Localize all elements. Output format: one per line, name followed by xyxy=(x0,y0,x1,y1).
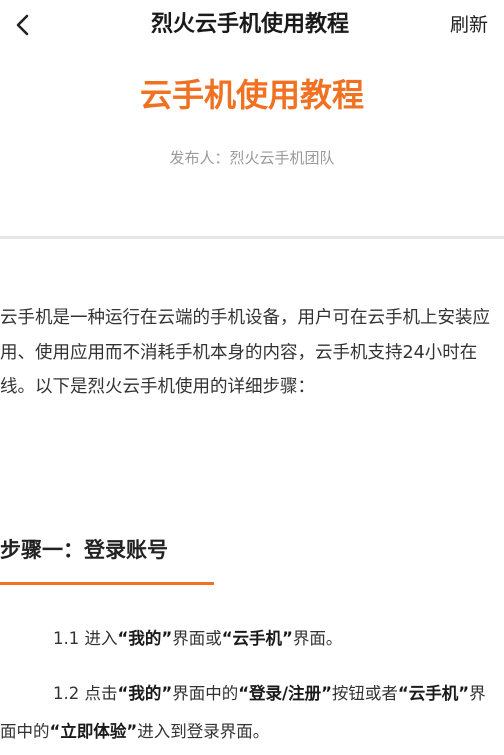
publisher-label: 发布人：烈火云手机团队 xyxy=(169,149,335,167)
step-text-segment: 1.2 点击 xyxy=(53,684,118,703)
step-1-1-text: 1.1 进入“我的”界面或“云手机”界面。 xyxy=(53,620,498,658)
page-title: 烈火云手机使用教程 xyxy=(150,12,349,37)
section-heading-step-1: 步骤一：登录账号 xyxy=(0,538,168,562)
step-text-segment: 界面或 xyxy=(172,629,222,648)
step-bold-segment: “我的” xyxy=(117,684,173,703)
back-button[interactable] xyxy=(8,10,38,40)
refresh-button[interactable]: 刷新 xyxy=(450,8,488,42)
step-bold-segment: “云手机” xyxy=(221,629,293,648)
step-text-segment: 按钮或者 xyxy=(331,684,398,703)
step-bold-segment: “立即体验” xyxy=(49,722,138,741)
chevron-left-icon xyxy=(16,14,29,36)
step-bold-segment: “云手机” xyxy=(397,684,470,703)
step-text-segment: 界面中的 xyxy=(172,684,239,703)
top-bar: 烈火云手机使用教程 刷新 xyxy=(0,0,504,50)
section-heading-underline xyxy=(0,582,214,585)
header-divider xyxy=(0,236,504,239)
step-text-segment: 1.1 进入 xyxy=(53,629,118,648)
article-page: 烈火云手机使用教程 刷新 云手机使用教程 发布人：烈火云手机团队 云手机是一种运… xyxy=(0,0,504,755)
step-bold-segment: “登录/注册” xyxy=(238,684,332,703)
step-text-segment: 界面。 xyxy=(292,629,343,648)
step-bold-segment: “我的” xyxy=(117,629,173,648)
article-title: 云手机使用教程 xyxy=(139,76,364,114)
intro-paragraph: 云手机是一种运行在云端的手机设备，用户可在云手机上安装应用、使用应用而不消耗手机… xyxy=(0,308,490,397)
step-text-segment: 进入到登录界面。 xyxy=(137,722,270,741)
step-1-2-text: 1.2 点击“我的”界面中的“登录/注册”按钮或者“云手机”界面中的“立即体验”… xyxy=(0,675,500,751)
